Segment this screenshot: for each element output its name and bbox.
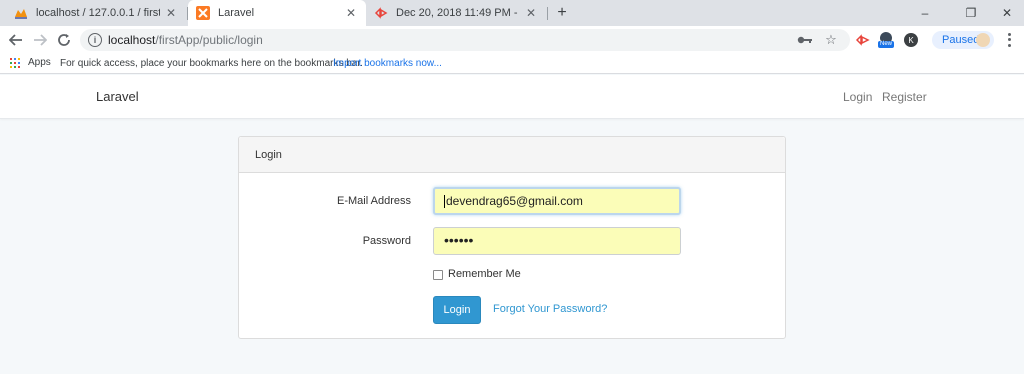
reload-button[interactable]	[54, 30, 74, 50]
card-heading: Login	[239, 137, 785, 173]
tab-title: Dec 20, 2018 11:49 PM - Screencast	[396, 7, 520, 19]
reload-icon	[58, 34, 70, 46]
password-field[interactable]: ••••••	[433, 227, 681, 255]
more-menu-icon[interactable]	[1004, 32, 1014, 48]
profile-k-icon[interactable]: K	[902, 31, 920, 49]
screencast-extension-icon[interactable]	[854, 31, 872, 49]
tab-laravel[interactable]: Laravel ✕	[188, 0, 366, 26]
email-field[interactable]: devendrag65@gmail.com	[433, 187, 681, 215]
address-bar[interactable]: i localhost/firstApp/public/login ☆	[80, 29, 850, 51]
apps-bookmark[interactable]: Apps	[10, 57, 51, 68]
text-cursor	[444, 195, 445, 209]
nav-login-link[interactable]: Login	[843, 90, 872, 104]
url-host: localhost	[108, 33, 156, 47]
profile-letter: K	[904, 33, 918, 47]
phpmyadmin-icon	[15, 9, 27, 19]
profile-paused-button[interactable]: Paused	[932, 31, 994, 49]
site-brand[interactable]: Laravel	[96, 89, 139, 104]
bookmarks-hint: For quick access, place your bookmarks h…	[60, 58, 363, 69]
tab-phpmyadmin[interactable]: localhost / 127.0.0.1 / firstapp | php ✕	[6, 0, 186, 26]
apps-grid-icon	[10, 57, 20, 68]
info-icon[interactable]: i	[88, 33, 102, 47]
url-text: localhost/firstApp/public/login	[108, 33, 263, 47]
close-icon[interactable]: ✕	[164, 6, 178, 20]
tab-title: localhost / 127.0.0.1 / firstapp | php	[36, 7, 160, 19]
import-bookmarks-link[interactable]: Import bookmarks now...	[333, 58, 442, 69]
key-icon[interactable]	[796, 31, 814, 49]
remember-me-checkbox[interactable]	[433, 270, 443, 280]
remember-me-label[interactable]: Remember Me	[448, 268, 521, 280]
new-tab-button[interactable]: +	[552, 3, 572, 23]
browser-toolbar: i localhost/firstApp/public/login ☆ New …	[0, 26, 1024, 54]
close-window-button[interactable]: ✕	[992, 0, 1022, 26]
password-value: ••••••	[444, 232, 474, 248]
close-icon[interactable]: ✕	[524, 6, 538, 20]
password-label: Password	[362, 235, 411, 247]
bookmarks-bar: Apps For quick access, place your bookma…	[0, 54, 1024, 74]
login-card: Login E-Mail Address devendrag65@gmail.c…	[238, 136, 786, 339]
login-button[interactable]: Login	[433, 296, 481, 324]
email-label: E-Mail Address	[337, 195, 411, 207]
close-icon[interactable]: ✕	[344, 6, 358, 20]
minimize-button[interactable]: –	[910, 0, 940, 26]
back-button[interactable]	[6, 30, 26, 50]
paused-label: Paused	[942, 34, 980, 46]
url-path: /firstApp/public/login	[155, 33, 263, 47]
arrow-right-icon	[34, 34, 47, 46]
email-value: devendrag65@gmail.com	[446, 194, 583, 208]
tab-divider	[547, 7, 548, 20]
star-icon[interactable]: ☆	[822, 31, 840, 49]
browser-tabstrip: localhost / 127.0.0.1 / firstapp | php ✕…	[0, 0, 1024, 26]
forward-button[interactable]	[30, 30, 50, 50]
nav-register-link[interactable]: Register	[882, 90, 927, 104]
screencast-icon	[374, 7, 388, 19]
apps-label: Apps	[28, 57, 51, 68]
restore-button[interactable]: ❐	[956, 0, 986, 26]
avatar	[976, 33, 990, 47]
forgot-password-link[interactable]: Forgot Your Password?	[493, 303, 607, 315]
arrow-left-icon	[9, 34, 22, 46]
tab-title: Laravel	[218, 7, 255, 19]
new-badge: New	[879, 41, 892, 47]
extension-new-icon[interactable]: New	[877, 31, 895, 49]
site-navbar: Laravel Login Register	[0, 75, 1024, 119]
tab-screencast[interactable]: Dec 20, 2018 11:49 PM - Screencast ✕	[366, 0, 546, 26]
xampp-icon	[196, 6, 210, 20]
